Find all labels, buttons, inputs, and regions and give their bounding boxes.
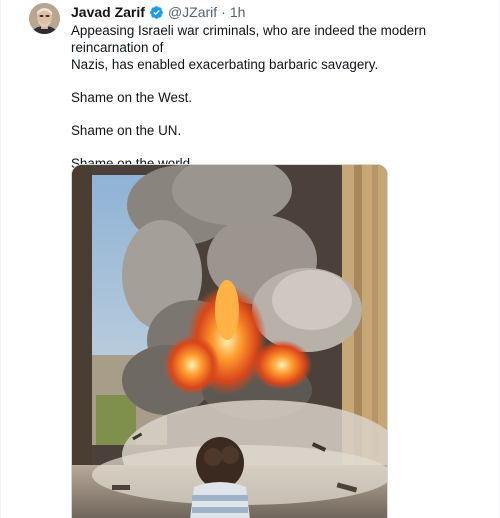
tweet-text-line: Appeasing Israeli war criminals, who are… <box>71 23 427 55</box>
avatar-image <box>29 3 60 34</box>
timestamp[interactable]: 1h <box>230 3 246 21</box>
tweet-text: Appeasing Israeli war criminals, who are… <box>71 22 496 172</box>
tweet-header: Javad Zarif @JZarif · 1h <box>71 3 245 21</box>
avatar[interactable] <box>29 3 60 34</box>
separator-dot: · <box>221 4 226 20</box>
tweet-card[interactable]: Javad Zarif @JZarif · 1h Appeasing Israe… <box>0 0 500 518</box>
tweet-paragraph: Shame on the West. <box>71 90 193 105</box>
photo-icon <box>72 165 387 518</box>
tweet-media-image[interactable] <box>71 164 388 518</box>
tweet-paragraph: Shame on the UN. <box>71 123 182 138</box>
tweet-text-line: Nazis, has enabled exacerbating barbaric… <box>71 57 379 72</box>
display-name[interactable]: Javad Zarif <box>71 3 145 21</box>
verified-badge-icon <box>150 5 163 19</box>
handle[interactable]: @JZarif <box>168 3 217 21</box>
